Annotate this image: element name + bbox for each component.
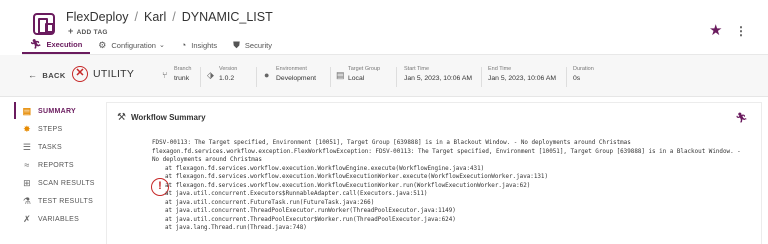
field-label: Start Time — [404, 66, 430, 72]
chevron-down-icon: ⌄ — [158, 42, 165, 49]
branch-icon: ⑂ — [162, 70, 168, 80]
sidebar-item-label: REPORTS — [38, 161, 74, 169]
tab-label: Execution — [46, 39, 83, 49]
tab-insights[interactable]: ◔ Insights — [173, 38, 225, 54]
sidebar-item-label: TASKS — [38, 144, 62, 151]
field-label: Target Group — [348, 66, 381, 72]
tag-icon: ⬗ — [207, 70, 214, 80]
tab-bar: 🏃︎ Execution ⚙ Configuration ⌄ ◔ Insights ⛊ S… — [22, 38, 280, 54]
back-button[interactable]: ← BACK — [28, 70, 66, 80]
sidebar-item-scan-results[interactable]: ⊞ SCAN RESULTS — [22, 178, 95, 189]
field-label: Environment — [276, 66, 307, 72]
steps-icon: ✸ — [23, 124, 31, 134]
arrow-left-icon: ← — [28, 70, 38, 80]
tab-security[interactable]: ⛊ Security — [225, 38, 280, 54]
field-label: End Time — [488, 66, 512, 72]
tab-label: Insights — [191, 40, 218, 50]
field-value: Jan 5, 2023, 10:06 AM — [404, 75, 473, 82]
tools-icon: ⚒ — [117, 112, 126, 123]
sidebar-item-variables[interactable]: ✗ VARIABLES — [22, 214, 79, 225]
divider — [396, 67, 397, 87]
divider — [481, 67, 482, 87]
tab-label: Configuration — [111, 40, 156, 50]
field-value: 0s — [573, 75, 581, 82]
globe-icon: ● — [264, 70, 270, 80]
test-icon: ⚗ — [22, 196, 32, 206]
variables-icon: ✗ — [23, 214, 31, 224]
log-line: at flexagon.fd.services.workflow.executi… — [165, 174, 549, 181]
gear-icon: ⚙ — [98, 39, 107, 50]
field-value: 1.0.2 — [219, 75, 235, 82]
workflow-name: UTILITY — [93, 68, 135, 80]
breadcrumb-separator: / — [134, 10, 139, 24]
sidebar-item-reports[interactable]: ≈ REPORTS — [22, 160, 74, 170]
target-group-icon: ▤ — [336, 70, 345, 80]
scan-icon: ⊞ — [23, 178, 31, 188]
plus-icon: + — [68, 26, 74, 36]
summary-icon: ▤ — [22, 106, 32, 116]
flexdeploy-logo-icon[interactable] — [33, 13, 55, 35]
log-line: at flexagon.fd.services.workflow.executi… — [165, 165, 485, 172]
tab-execution[interactable]: 🏃︎ Execution — [22, 38, 91, 54]
log-line: at java.util.concurrent.ThreadPoolExecut… — [165, 208, 456, 215]
breadcrumb-item-project: DYNAMIC_LIST — [181, 10, 273, 24]
sidebar-item-test-results[interactable]: ⚗ TEST RESULTS — [22, 196, 93, 207]
sidebar-item-label: STEPS — [38, 126, 63, 133]
field-value: Local — [348, 75, 365, 82]
sidebar-item-steps[interactable]: ✸ STEPS — [22, 124, 62, 135]
field-label: Duration — [573, 66, 594, 72]
error-circle-icon: ✕ — [72, 66, 88, 82]
back-label: BACK — [42, 70, 66, 80]
log-line: FDSV-00113: The Target specified, Enviro… — [152, 140, 631, 146]
log-line: No deployments around Christmas — [152, 157, 262, 164]
add-tag-label: ADD TAG — [76, 29, 108, 36]
field-value: trunk — [174, 75, 190, 82]
log-line: at java.util.concurrent.FutureTask.run(F… — [165, 199, 375, 206]
field-label: Branch — [174, 66, 192, 72]
add-tag-button[interactable]: + ADD TAG — [68, 26, 108, 36]
breadcrumb-item-flexdeploy[interactable]: FlexDeploy — [66, 10, 129, 24]
breadcrumb-item-karl[interactable]: Karl — [144, 10, 166, 24]
log-line: at java.util.concurrent.Executors$Runnab… — [165, 191, 428, 198]
error-log: FDSV-00113: The Target specified, Enviro… — [152, 139, 752, 233]
field-value: Jan 5, 2023, 10:06 AM — [488, 75, 557, 82]
tasks-icon: ☰ — [22, 142, 32, 152]
sidebar-item-tasks[interactable]: ☰ TASKS — [22, 142, 62, 153]
field-value: Development — [276, 75, 317, 82]
panel-title: Workflow Summary — [131, 113, 206, 122]
divider — [200, 67, 201, 87]
tab-configuration[interactable]: ⚙ Configuration ⌄ — [90, 38, 173, 54]
tab-label: Security — [244, 40, 273, 50]
divider — [256, 67, 257, 87]
run-icon[interactable]: 🏃︎ — [735, 113, 748, 124]
field-label: Version — [219, 66, 238, 72]
log-line: at java.util.concurrent.ThreadPoolExecut… — [165, 216, 456, 223]
sidebar-item-label: SCAN RESULTS — [38, 180, 95, 187]
breadcrumb-separator: / — [172, 10, 176, 24]
execution-info-bar: ← BACK ✕ UTILITY ⑂ Branch trunk ⬗ Version… — [0, 55, 768, 97]
active-indicator — [14, 102, 16, 119]
sidebar-item-summary[interactable]: ▤ SUMMARY — [22, 106, 76, 117]
reports-icon: ≈ — [24, 160, 30, 170]
sidebar-item-label: VARIABLES — [38, 216, 80, 223]
run-icon: 🏃︎ — [30, 38, 42, 49]
divider — [330, 67, 331, 87]
log-line: at java.lang.Thread.run(Thread.java:748) — [165, 225, 307, 232]
gauge-icon: ◔ — [180, 40, 187, 50]
shield-icon: ⛊ — [233, 39, 240, 50]
log-line: at flexagon.fd.services.workflow.executi… — [165, 182, 531, 189]
log-line: flexagon.fd.services.workflow.exception.… — [152, 148, 741, 155]
sidebar-item-label: TEST RESULTS — [38, 198, 94, 205]
star-icon[interactable]: ★ — [709, 23, 722, 38]
sidebar-item-label: SUMMARY — [38, 108, 77, 115]
divider — [566, 67, 567, 87]
kebab-menu-icon[interactable]: ⋮ — [735, 25, 747, 37]
breadcrumb: FlexDeploy / Karl / DYNAMIC_LIST — [66, 10, 273, 24]
